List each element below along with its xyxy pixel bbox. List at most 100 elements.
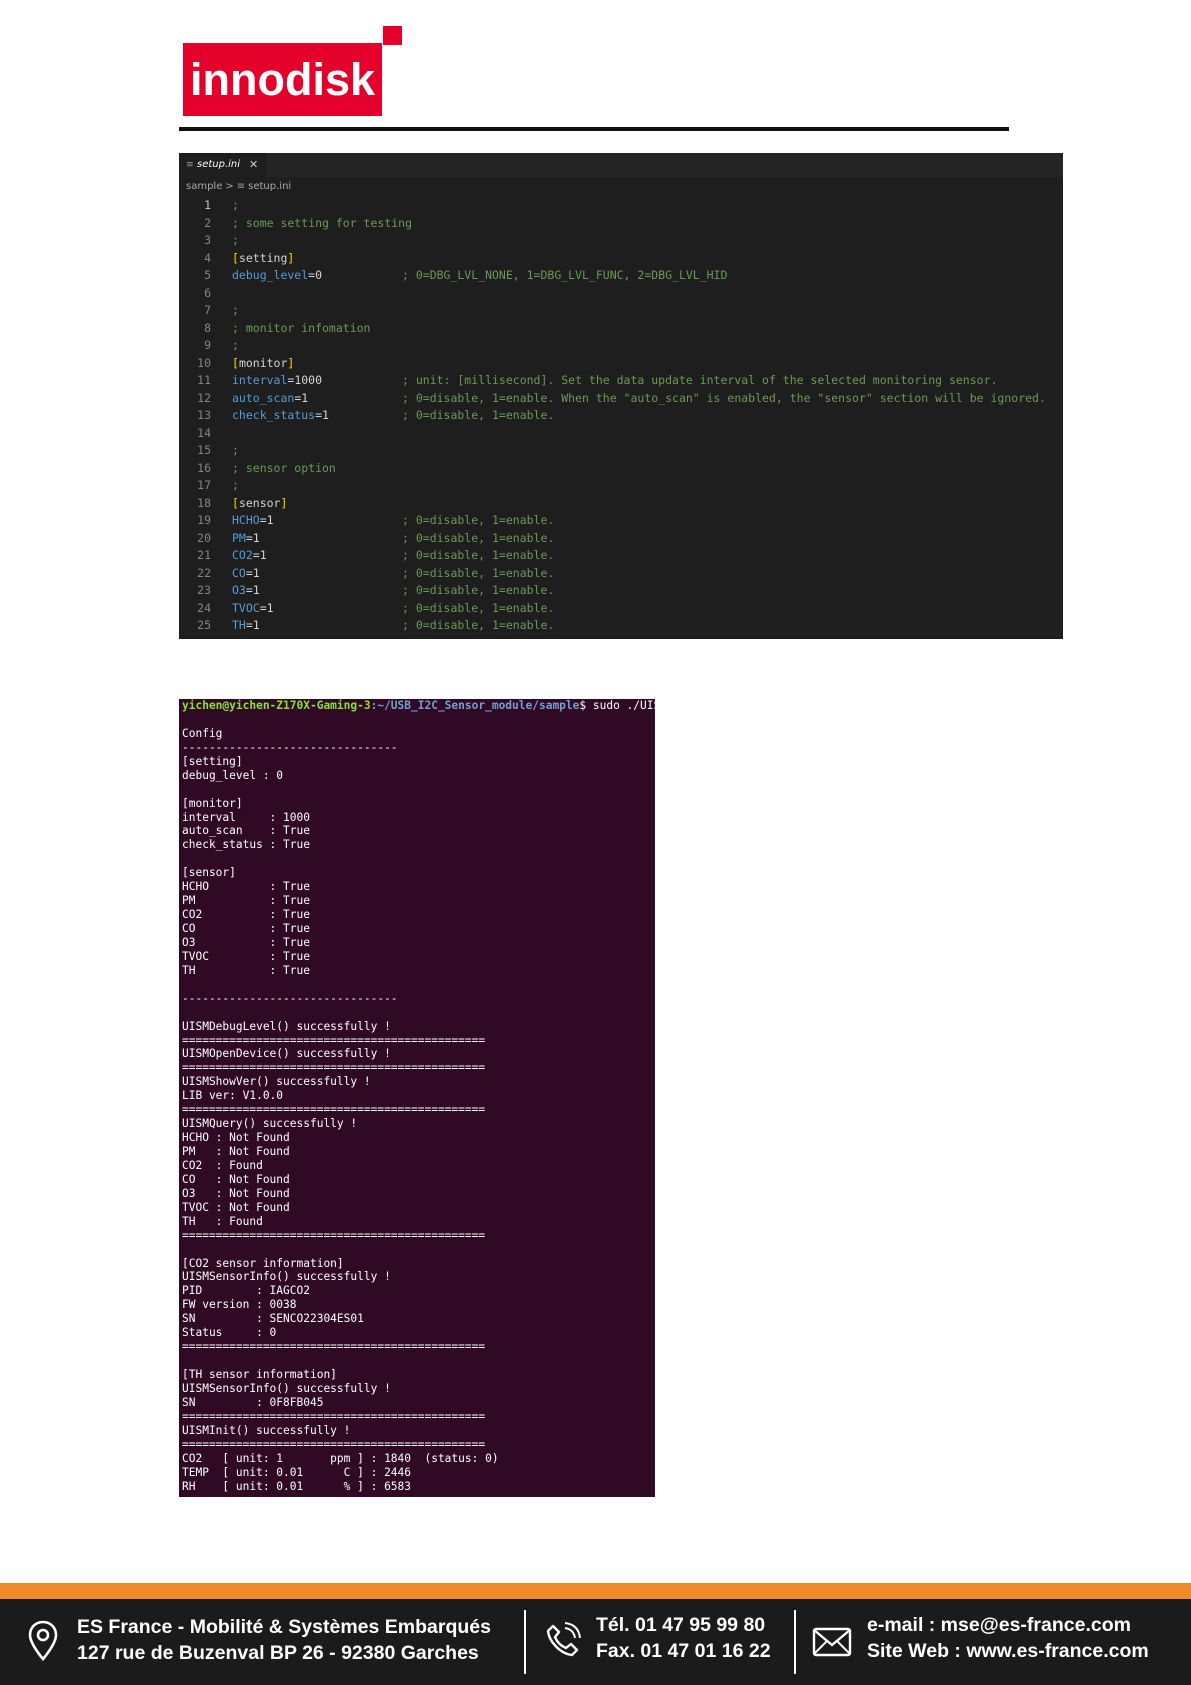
code-token: CO	[232, 565, 246, 580]
code-token: =1	[259, 600, 274, 615]
code-comment: ; 0=disable, 1=enable. When the "auto_sc…	[402, 390, 1046, 405]
code-line[interactable]: 23 O3=1 ; 0=disable, 1=enable.	[179, 582, 1063, 600]
terminal-line: UISMOpenDevice() successfully !	[182, 1047, 391, 1061]
line-number: 8	[204, 320, 211, 335]
code-line[interactable]: 21 CO2=1 ; 0=disable, 1=enable.	[179, 547, 1063, 565]
code-editor: ≡ setup.ini ✕ sample > ≡ setup.ini 1; 2; som…	[179, 153, 1063, 639]
code-token: ;	[232, 303, 239, 317]
code-token: =1	[245, 618, 260, 632]
code-token: =1	[252, 548, 267, 562]
terminal-line: UISMQuery() successfully !	[182, 1117, 358, 1131]
code-token: =1	[315, 408, 329, 422]
line-number: 15	[197, 443, 211, 457]
code-text: ;	[232, 197, 239, 215]
terminal-line: ========================================…	[182, 1033, 486, 1047]
code-token: ;	[232, 338, 239, 352]
code-text: ;	[232, 477, 239, 495]
code-line[interactable]: 24 TVOC=1 ; 0=disable, 1=enable.	[179, 600, 1063, 618]
footer-orange-band	[0, 1583, 1191, 1599]
code-text: ;	[232, 442, 239, 460]
terminal-line: [setting]	[182, 754, 243, 768]
code-line[interactable]: 8 ; monitor infomation	[179, 320, 1063, 338]
code-text: auto_scan=1	[232, 390, 308, 408]
code-line[interactable]: 19 HCHO=1 ; 0=disable, 1=enable.	[179, 512, 1063, 530]
code-text: ; monitor infomation	[232, 320, 370, 338]
terminal-line: TEMP [ unit: 0.01 C ] : 2446	[182, 1465, 412, 1479]
code-token: ; monitor infomation	[232, 320, 371, 335]
code-token: ;	[232, 478, 239, 492]
code-line[interactable]: 16 ; sensor option	[179, 460, 1063, 478]
terminal-line: SN : SENCO22304ES01	[182, 1312, 364, 1326]
breadcrumb-file[interactable]: setup.ini	[248, 181, 291, 192]
terminal-line: RH [ unit: 0.01 % ] : 6583	[182, 1479, 412, 1493]
file-lines-icon: ≡	[236, 181, 246, 192]
terminal-line: UISMInit() successfully !	[182, 1423, 351, 1437]
code-token: ; sensor option	[232, 460, 336, 475]
code-token: interval	[232, 373, 288, 387]
terminal-line: O3 : Not Found	[182, 1186, 290, 1200]
code-token: =1	[245, 530, 260, 545]
code-token: ;	[232, 198, 239, 212]
code-comment: ; 0=DBG_LVL_NONE, 1=DBG_LVL_FUNC, 2=DBG_…	[402, 268, 728, 282]
terminal-line: ========================================…	[182, 1340, 486, 1354]
code-line[interactable]: 17;	[179, 477, 1063, 495]
code-comment: ; 0=disable, 1=enable.	[402, 600, 555, 615]
code-token: debug_level	[232, 268, 309, 282]
code-token: =1	[294, 390, 309, 405]
code-line[interactable]: 7;	[179, 302, 1063, 320]
terminal-line: interval : 1000	[182, 810, 310, 824]
code-line[interactable]: 10 [monitor]	[179, 355, 1063, 373]
footer-company: ES France - Mobilité & Systèmes Embarqué…	[77, 1616, 491, 1638]
line-number: 11	[197, 373, 211, 387]
code-line[interactable]: 14	[179, 425, 1063, 443]
code-lines[interactable]: 1; 2; some setting for testing 3; 4 [setting…	[179, 197, 1063, 635]
code-token: ;	[232, 233, 239, 247]
location-pin-icon	[28, 1620, 58, 1661]
code-comment: ; 0=disable, 1=enable.	[402, 408, 555, 422]
code-line[interactable]: 25 TH=1 ; 0=disable, 1=enable.	[179, 617, 1063, 635]
code-line[interactable]: 22 CO=1 ; 0=disable, 1=enable.	[179, 565, 1063, 583]
breadcrumb-folder[interactable]: sample	[186, 181, 222, 192]
code-comment: ; 0=disable, 1=enable.	[402, 530, 555, 545]
line-number: 25	[197, 618, 211, 632]
terminal-line: check_status : True	[182, 838, 310, 852]
code-line[interactable]: 18 [sensor]	[179, 495, 1063, 513]
code-text: ; sensor option	[232, 460, 336, 478]
code-line[interactable]: 12 auto_scan=1 ; 0=disable, 1=enable. When…	[179, 390, 1063, 408]
code-token: setting	[238, 250, 288, 265]
code-line[interactable]: 1;	[179, 197, 1063, 215]
code-line[interactable]: 3;	[179, 232, 1063, 250]
code-text: ;	[232, 232, 239, 250]
terminal-line: ========================================…	[182, 1409, 486, 1423]
code-line[interactable]: 20 PM=1 ; 0=disable, 1=enable.	[179, 530, 1063, 548]
code-token: [	[232, 250, 239, 265]
code-line[interactable]: 13 check_status=1 ; 0=disable, 1=enable.	[179, 407, 1063, 425]
code-line[interactable]: 2 ; some setting for testing	[179, 215, 1063, 233]
close-icon[interactable]: ✕	[249, 153, 258, 177]
terminal-line: TH : Found	[182, 1214, 263, 1228]
tab-setup-ini[interactable]: ≡ setup.ini ✕	[179, 153, 266, 177]
footer-address: 127 rue de Buzenval BP 26 - 92380 Garche…	[77, 1642, 479, 1664]
code-line[interactable]: 9;	[179, 337, 1063, 355]
code-line[interactable]: 6	[179, 285, 1063, 303]
code-text: ;	[232, 302, 239, 320]
line-number: 17	[197, 478, 211, 492]
code-comment: ; 0=disable, 1=enable.	[402, 548, 555, 562]
terminal-line: [TH sensor information]	[182, 1368, 337, 1381]
code-text: [monitor]	[232, 355, 294, 373]
terminal-line: CO2 : True	[182, 908, 310, 922]
code-line[interactable]: 4 [setting]	[179, 250, 1063, 268]
code-line[interactable]: 5 debug_level=0 ; 0=DBG_LVL_NONE, 1=DBG_LV…	[179, 267, 1063, 285]
code-text: debug_level=0	[232, 267, 322, 285]
code-line[interactable]: 15;	[179, 442, 1063, 460]
terminal-line: O3 : True	[182, 935, 310, 949]
footer-website: Site Web : www.es-france.com	[867, 1640, 1149, 1662]
chevron-right-icon: >	[225, 181, 234, 192]
code-text: ;	[232, 337, 239, 355]
code-line[interactable]: 11 interval=1000 ; unit: [millisecond]. Se…	[179, 372, 1063, 390]
code-text: interval=1000	[232, 372, 322, 390]
